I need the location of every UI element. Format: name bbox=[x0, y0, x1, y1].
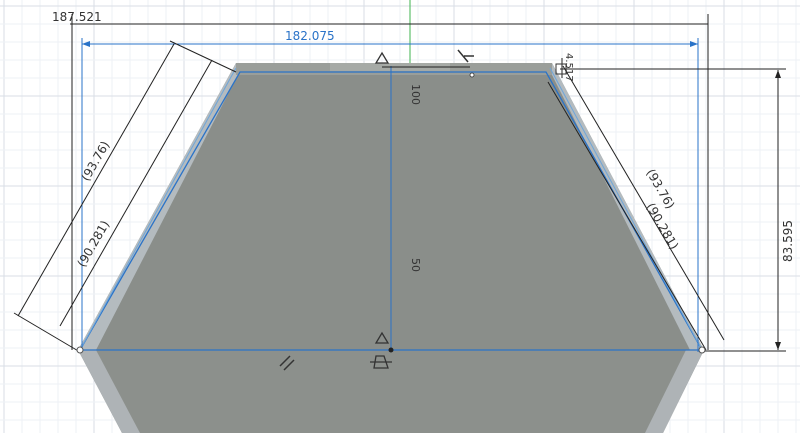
height-arrow-bottom bbox=[775, 342, 781, 350]
height-arrow-top bbox=[775, 70, 781, 78]
sketch-canvas[interactable]: 187.521 182.075 83.595 4.517 (93.76) (90… bbox=[0, 0, 800, 433]
overall-width-label[interactable]: 187.521 bbox=[52, 10, 102, 24]
sketch-point-right[interactable] bbox=[698, 346, 706, 354]
left-slant-ext-top bbox=[169, 40, 237, 73]
inner-width-label[interactable]: 182.075 bbox=[285, 29, 335, 43]
left-slant-ext-bottom bbox=[13, 312, 81, 353]
offset-label[interactable]: 4.517 bbox=[563, 53, 574, 82]
sketch-point-center[interactable] bbox=[388, 347, 394, 353]
sketch-point-left[interactable] bbox=[76, 346, 84, 354]
ruler-label-100: 100 bbox=[409, 84, 422, 105]
height-label[interactable]: 83.595 bbox=[781, 220, 795, 262]
ruler-label-50: 50 bbox=[409, 258, 422, 272]
right-inner-slant-label[interactable]: (90.281) bbox=[643, 201, 681, 252]
cad-viewport[interactable]: 187.521 182.075 83.595 4.517 (93.76) (90… bbox=[0, 0, 800, 433]
